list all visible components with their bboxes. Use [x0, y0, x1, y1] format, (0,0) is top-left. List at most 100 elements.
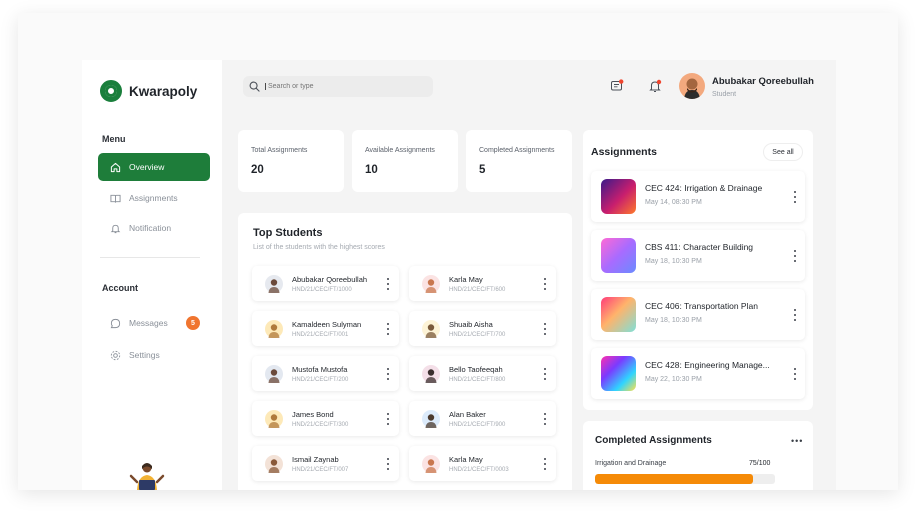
student-name: Kamaldeen Sulyman: [292, 320, 362, 329]
assignment-name: CEC 424: Irrigation & Drainage: [645, 183, 763, 193]
assignments-panel: Assignments See all CEC 424: Irrigation …: [583, 130, 813, 410]
search-bar[interactable]: [243, 76, 433, 97]
student-id: HND/21/CEC/FT/600: [449, 287, 506, 293]
sidebar-item-label: Assignments: [129, 193, 178, 203]
gear-icon: [110, 350, 121, 360]
more-options-icon[interactable]: [543, 323, 547, 335]
student-name: Abubakar Qoreebullah: [292, 275, 368, 284]
student-card[interactable]: Karla May HND/21/CEC/FT/600: [409, 266, 556, 301]
brand-name[interactable]: Kwarapoly: [129, 84, 197, 99]
assignment-item[interactable]: CEC 424: Irrigation & Drainage May 14, 08…: [591, 171, 805, 222]
student-avatar: [422, 365, 440, 383]
student-avatar-image: [268, 279, 280, 293]
dashboard-app: Kwarapoly Menu Overview Assignments Noti…: [82, 60, 836, 490]
assignment-item[interactable]: CEC 406: Transportation Plan May 18, 10:3…: [591, 289, 805, 340]
student-avatar: [265, 320, 283, 338]
student-card[interactable]: James Bond HND/21/CEC/FT/300: [252, 401, 399, 436]
student-avatar-image: [425, 414, 437, 428]
user-role: Student: [712, 91, 737, 98]
home-icon: [110, 162, 121, 172]
student-avatar: [265, 365, 283, 383]
student-avatar-image: [425, 369, 437, 383]
student-avatar: [265, 410, 283, 428]
completed-title: Completed Assignments: [595, 435, 712, 446]
more-options-icon[interactable]: [386, 368, 390, 380]
student-avatar-image: [425, 279, 437, 293]
more-options-icon[interactable]: [793, 250, 797, 262]
sidebar-item-assignments[interactable]: Assignments: [98, 184, 210, 212]
more-options-icon[interactable]: [793, 309, 797, 321]
completed-assignments-panel: Completed Assignments ••• Irrigation and…: [583, 421, 813, 490]
student-avatar-image: [268, 324, 280, 338]
assignment-date: May 14, 08:30 PM: [645, 199, 702, 206]
student-avatar: [422, 275, 440, 293]
student-avatar: [265, 275, 283, 293]
chat-icon: [110, 318, 121, 328]
assignment-thumbnail: [601, 179, 636, 214]
assignment-item[interactable]: CEC 428: Engineering Manage... May 22, 10…: [591, 348, 805, 399]
student-id: HND/21/CEC/FT/300: [292, 422, 349, 428]
notification-bell-icon[interactable]: [648, 79, 662, 93]
student-id: HND/21/CEC/FT/0003: [449, 467, 509, 473]
sidebar-item-label: Notification: [129, 223, 172, 233]
student-id: HND/21/CEC/FT/200: [292, 377, 349, 383]
student-illustration: [129, 463, 165, 490]
see-all-button[interactable]: See all: [763, 143, 803, 161]
student-avatar: [422, 320, 440, 338]
stat-card-available: Available Assignments 10: [352, 130, 458, 192]
more-options-icon[interactable]: [386, 413, 390, 425]
completed-item-score: 75/100: [749, 460, 771, 467]
student-card[interactable]: Bello Taofeeqah HND/21/CEC/FT/800: [409, 356, 556, 391]
more-options-icon[interactable]: [386, 323, 390, 335]
stat-label: Completed Assignments: [479, 147, 555, 154]
student-card[interactable]: Alan Baker HND/21/CEC/FT/900: [409, 401, 556, 436]
window-frame: Kwarapoly Menu Overview Assignments Noti…: [18, 13, 898, 490]
sidebar-divider: [100, 257, 200, 258]
assignment-name: CEC 428: Engineering Manage...: [645, 360, 770, 370]
assignment-name: CBS 411: Character Building: [645, 242, 754, 252]
more-options-icon[interactable]: [386, 278, 390, 290]
more-options-icon[interactable]: [793, 191, 797, 203]
student-card[interactable]: Mustofa Mustofa HND/21/CEC/FT/200: [252, 356, 399, 391]
brand-logo-icon[interactable]: [100, 80, 122, 102]
student-id: HND/21/CEC/FT/001: [292, 332, 349, 338]
stat-value: 20: [251, 164, 264, 176]
student-name: Karla May: [449, 275, 483, 284]
more-options-icon[interactable]: [543, 458, 547, 470]
messages-icon[interactable]: [610, 79, 624, 93]
student-avatar: [422, 455, 440, 473]
assignment-item[interactable]: CBS 411: Character Building May 18, 10:30…: [591, 230, 805, 281]
student-name: Bello Taofeeqah: [449, 365, 503, 374]
user-name: Abubakar Qoreebullah: [712, 76, 814, 87]
top-students-panel: Top Students List of the students with t…: [238, 213, 572, 490]
search-input[interactable]: [265, 83, 415, 90]
student-avatar-image: [425, 459, 437, 473]
more-options-icon[interactable]: [543, 368, 547, 380]
more-options-icon[interactable]: [543, 413, 547, 425]
more-options-icon[interactable]: •••: [791, 436, 803, 446]
stat-value: 5: [479, 164, 486, 176]
student-id: HND/21/CEC/FT/800: [449, 377, 506, 383]
student-id: HND/21/CEC/FT/900: [449, 422, 506, 428]
student-card[interactable]: Karla May HND/21/CEC/FT/0003: [409, 446, 556, 481]
assignment-date: May 22, 10:30 PM: [645, 376, 702, 383]
student-card[interactable]: Abubakar Qoreebullah HND/21/CEC/FT/1000: [252, 266, 399, 301]
stat-value: 10: [365, 164, 378, 176]
more-options-icon[interactable]: [543, 278, 547, 290]
more-options-icon[interactable]: [386, 458, 390, 470]
sidebar-item-label: Messages: [129, 318, 168, 328]
assignment-date: May 18, 10:30 PM: [645, 258, 702, 265]
assignment-thumbnail: [601, 238, 636, 273]
student-id: HND/21/CEC/FT/007: [292, 467, 349, 473]
more-options-icon[interactable]: [793, 368, 797, 380]
sidebar-item-notification[interactable]: Notification: [98, 214, 210, 242]
student-id: HND/21/CEC/FT/1000: [292, 287, 352, 293]
sidebar-item-label: Overview: [129, 162, 165, 172]
student-card[interactable]: Kamaldeen Sulyman HND/21/CEC/FT/001: [252, 311, 399, 346]
student-card[interactable]: Ismail Zaynab HND/21/CEC/FT/007: [252, 446, 399, 481]
user-avatar[interactable]: [679, 73, 705, 99]
sidebar-item-settings[interactable]: Settings: [98, 341, 210, 369]
completed-item-name: Irrigation and Drainage: [595, 460, 667, 467]
sidebar-item-overview[interactable]: Overview: [98, 153, 210, 181]
student-card[interactable]: Shuaib Aisha HND/21/CEC/FT/700: [409, 311, 556, 346]
